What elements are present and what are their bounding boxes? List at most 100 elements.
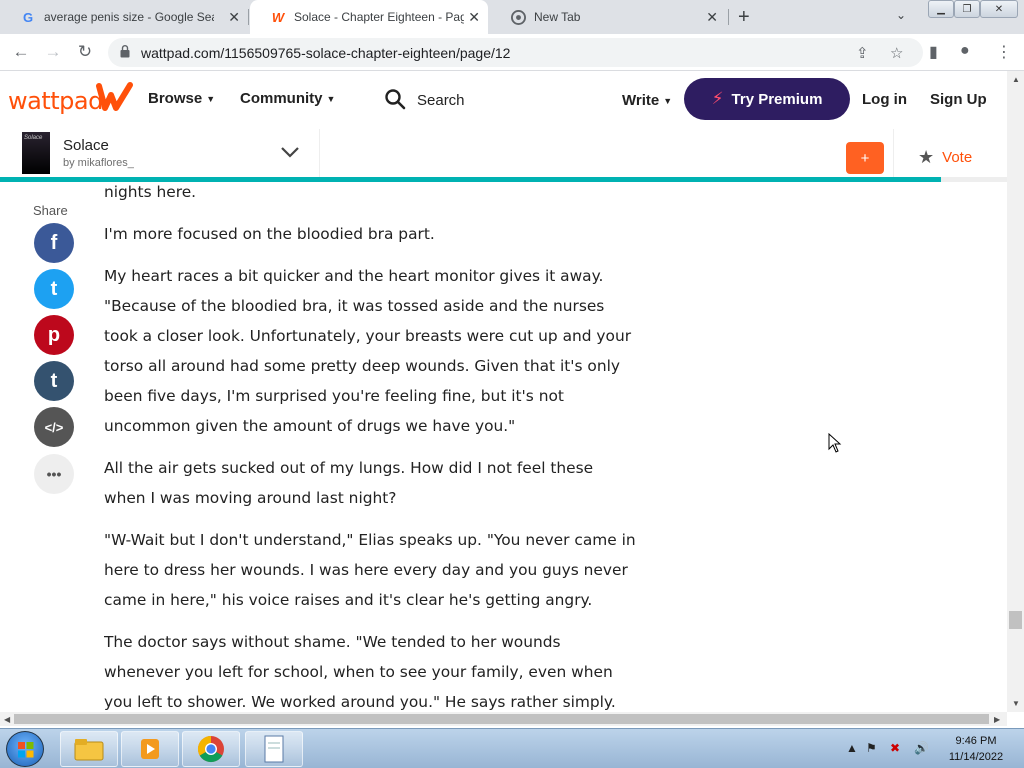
try-premium-button[interactable]: ⚡ Try Premium bbox=[684, 78, 850, 120]
paragraph: nights here. bbox=[104, 183, 197, 201]
wattpad-logo-icon[interactable] bbox=[96, 81, 134, 113]
caret-down-icon: ▼ bbox=[206, 94, 216, 105]
kebab-menu-icon[interactable]: ⋮ bbox=[996, 42, 1012, 62]
taskbar-clock[interactable]: 9:46 PM 11/14/2022 bbox=[944, 733, 1008, 765]
embed-code-icon[interactable]: </> bbox=[34, 407, 74, 447]
minimize-icon[interactable]: ▁ bbox=[928, 0, 954, 18]
forward-arrow-icon[interactable]: → bbox=[42, 42, 64, 62]
login-link[interactable]: Log in bbox=[862, 91, 907, 108]
scroll-up-arrow-icon[interactable]: ▲ bbox=[1012, 75, 1020, 84]
twitter-share-icon[interactable]: t bbox=[34, 269, 74, 309]
action-center-icon[interactable]: ⚑ bbox=[866, 741, 877, 755]
browse-label: Browse bbox=[148, 90, 203, 107]
lightning-icon: ⚡ bbox=[711, 89, 724, 108]
premium-label: Try Premium bbox=[731, 90, 823, 108]
story-title[interactable]: Solace bbox=[63, 137, 109, 154]
write-menu[interactable]: Write ▼ bbox=[622, 92, 672, 109]
search-label[interactable]: Search bbox=[417, 92, 465, 109]
folder-icon bbox=[74, 739, 104, 761]
address-bar[interactable]: wattpad.com/1156509765-solace-chapter-ei… bbox=[108, 38, 923, 67]
start-button[interactable] bbox=[6, 731, 44, 767]
community-label: Community bbox=[240, 90, 323, 107]
paragraph: All the air gets sucked out of my lungs.… bbox=[104, 459, 594, 507]
tab-title: New Tab bbox=[534, 10, 581, 24]
reload-icon[interactable]: ↻ bbox=[74, 42, 96, 62]
divider bbox=[893, 129, 894, 179]
chapter-text: nights here. I'm more focused on the blo… bbox=[104, 176, 639, 716]
signup-link[interactable]: Sign Up bbox=[930, 91, 987, 108]
story-author[interactable]: by mikaflores_ bbox=[63, 157, 134, 169]
side-panel-icon[interactable]: ▮ bbox=[929, 42, 938, 62]
horizontal-scrollbar[interactable]: ◀ ▶ bbox=[0, 712, 1007, 726]
paragraph: I'm more focused on the bloodied bra par… bbox=[104, 225, 435, 243]
mouse-cursor-icon bbox=[828, 433, 842, 453]
tab-google-search[interactable]: G average penis size - Google Sear ✕ bbox=[0, 0, 248, 34]
close-icon[interactable]: ✕ bbox=[468, 9, 480, 26]
scrollbar-thumb[interactable] bbox=[1009, 611, 1022, 629]
tumblr-share-icon[interactable]: t bbox=[34, 361, 74, 401]
story-cover-thumbnail[interactable]: Solace bbox=[22, 132, 50, 174]
clock-time: 9:46 PM bbox=[955, 735, 997, 747]
community-menu[interactable]: Community ▼ bbox=[240, 90, 335, 107]
tab-separator bbox=[728, 9, 729, 25]
notepad-taskbar-button[interactable] bbox=[245, 731, 303, 767]
tab-search-chevron-icon[interactable]: ⌄ bbox=[896, 8, 906, 22]
file-explorer-taskbar-button[interactable] bbox=[60, 731, 118, 767]
network-disconnected-icon[interactable]: ✖ bbox=[890, 741, 900, 755]
media-player-icon bbox=[141, 739, 159, 759]
tab-separator bbox=[248, 9, 249, 25]
browser-tabstrip: G average penis size - Google Sear ✕ W S… bbox=[0, 0, 1024, 34]
new-tab-plus-icon[interactable]: + bbox=[738, 6, 750, 29]
share-icon[interactable]: ⇪ bbox=[856, 44, 869, 62]
search-icon[interactable] bbox=[384, 88, 406, 110]
chrome-icon bbox=[510, 9, 526, 25]
facebook-share-icon[interactable]: f bbox=[34, 223, 74, 263]
pinterest-share-icon[interactable]: p bbox=[34, 315, 74, 355]
bookmark-star-icon[interactable]: ☆ bbox=[890, 44, 903, 62]
google-g-icon: G bbox=[22, 9, 34, 25]
show-hidden-icons-arrow[interactable]: ▲ bbox=[846, 741, 858, 755]
chevron-down-icon[interactable] bbox=[280, 145, 300, 159]
tab-title: Solace - Chapter Eighteen - Page bbox=[294, 10, 464, 24]
more-options-icon[interactable]: ••• bbox=[34, 454, 74, 494]
cover-title: Solace bbox=[24, 135, 43, 141]
browse-menu[interactable]: Browse ▼ bbox=[148, 90, 215, 107]
tab-title: average penis size - Google Sear bbox=[44, 10, 214, 24]
story-info-bar: Solace Solace by mikaflores_ + ★ Vote bbox=[0, 129, 1012, 181]
clock-date: 11/14/2022 bbox=[948, 751, 1004, 763]
restore-icon[interactable]: ❐ bbox=[954, 0, 980, 18]
wattpad-w-icon: W bbox=[271, 9, 285, 25]
browser-toolbar: ← → ↻ wattpad.com/1156509765-solace-chap… bbox=[0, 34, 1024, 71]
vote-button[interactable]: ★ Vote bbox=[918, 147, 972, 168]
document-icon bbox=[264, 735, 284, 763]
volume-icon[interactable]: 🔊 bbox=[914, 741, 929, 755]
close-icon[interactable]: ✕ bbox=[228, 9, 240, 26]
add-to-library-button[interactable]: + bbox=[846, 142, 884, 174]
scroll-left-arrow-icon[interactable]: ◀ bbox=[4, 715, 10, 724]
share-label: Share bbox=[33, 203, 68, 218]
back-arrow-icon[interactable]: ← bbox=[10, 42, 32, 62]
tab-new-tab[interactable]: New Tab ✕ bbox=[490, 0, 726, 34]
profile-avatar-icon[interactable]: ● bbox=[960, 42, 970, 60]
scroll-down-arrow-icon[interactable]: ▼ bbox=[1012, 699, 1020, 708]
paragraph: My heart races a bit quicker and the hea… bbox=[104, 267, 632, 435]
wattpad-logo-text[interactable]: wattpad bbox=[8, 87, 103, 115]
scroll-right-arrow-icon[interactable]: ▶ bbox=[994, 715, 1000, 724]
write-label: Write bbox=[622, 92, 660, 109]
paragraph: "W-Wait but I don't understand," Elias s… bbox=[104, 531, 636, 609]
chrome-taskbar-button[interactable] bbox=[182, 731, 240, 767]
close-icon[interactable]: ✕ bbox=[706, 9, 718, 26]
tab-solace-chapter[interactable]: W Solace - Chapter Eighteen - Page ✕ bbox=[250, 0, 488, 34]
paragraph: The doctor says without shame. "We tende… bbox=[104, 633, 616, 711]
window-close-icon[interactable]: ✕ bbox=[980, 0, 1018, 18]
lock-icon bbox=[120, 45, 130, 58]
url-text: wattpad.com/1156509765-solace-chapter-ei… bbox=[141, 45, 511, 61]
scrollbar-thumb[interactable] bbox=[14, 714, 989, 724]
media-player-taskbar-button[interactable] bbox=[121, 731, 179, 767]
star-icon: ★ bbox=[918, 147, 935, 167]
chrome-icon bbox=[197, 735, 224, 763]
caret-down-icon: ▼ bbox=[663, 96, 673, 107]
windows-logo-icon bbox=[18, 742, 34, 758]
vertical-scrollbar[interactable]: ▲ ▼ bbox=[1007, 71, 1024, 712]
caret-down-icon: ▼ bbox=[326, 94, 336, 105]
